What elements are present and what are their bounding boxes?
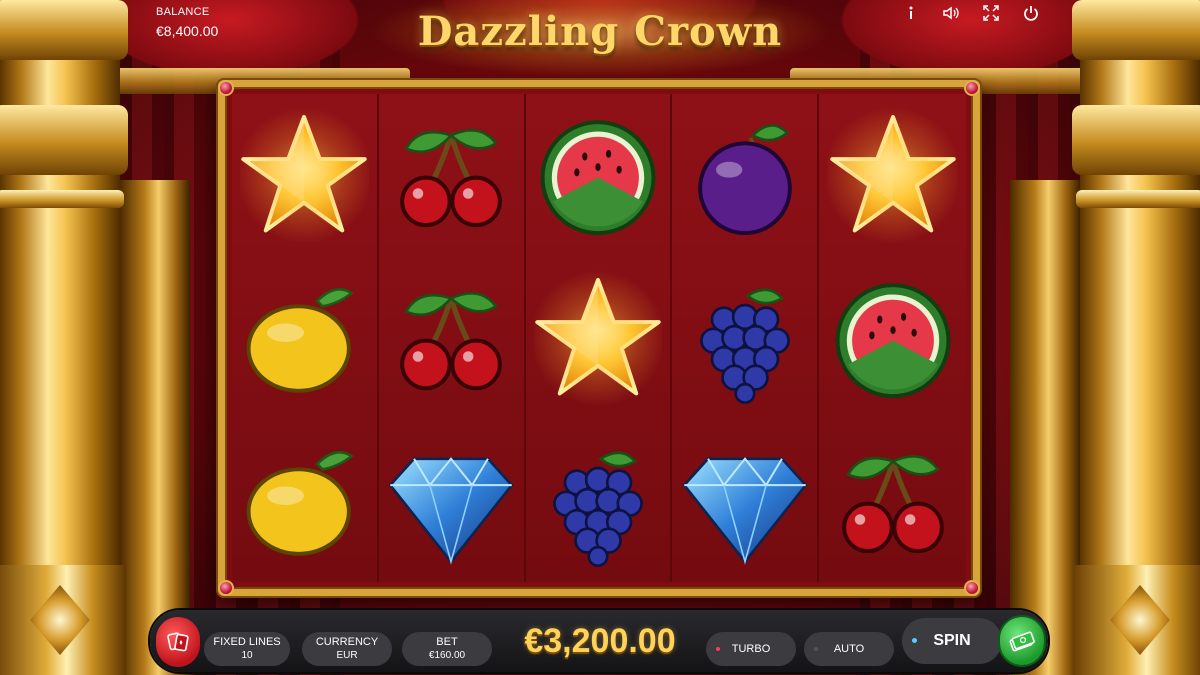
cherry-symbol	[379, 257, 524, 420]
star-symbol	[232, 94, 377, 257]
left-column-ring	[0, 190, 124, 208]
reel-5	[819, 94, 966, 582]
reel-2	[378, 94, 526, 582]
turbo-indicator	[716, 647, 720, 651]
cashier-button[interactable]	[1000, 617, 1044, 665]
reel-1	[232, 94, 379, 582]
right-column-capital-lower	[1072, 105, 1200, 175]
right-column	[1072, 0, 1200, 675]
currency-selector[interactable]: CURRENCY EUR	[302, 632, 392, 666]
reel-4	[672, 94, 820, 582]
game-logo: Dazzling Crown	[368, 0, 832, 78]
diamond-symbol	[672, 419, 817, 582]
diamond-symbol	[379, 419, 524, 582]
turbo-toggle[interactable]: TURBO	[706, 632, 796, 666]
game-stage: Dazzling Crown BALANCE €8,400.00 FIXED L…	[0, 0, 1200, 675]
paytable-button[interactable]	[156, 617, 200, 667]
cherry-symbol	[819, 419, 966, 582]
bet-selector[interactable]: BET €160.00	[402, 632, 492, 666]
spin-label: SPIN	[933, 632, 971, 649]
fixed-lines-value: 10	[241, 650, 253, 661]
sound-icon[interactable]	[942, 4, 960, 22]
cherry-symbol	[379, 94, 524, 257]
cash-icon	[1009, 631, 1035, 652]
lemon-symbol	[232, 257, 377, 420]
star-symbol	[526, 257, 671, 420]
currency-label: CURRENCY	[315, 636, 379, 648]
left-column	[0, 0, 128, 675]
left-column-capital-lower	[0, 105, 128, 175]
watermelon-symbol	[819, 257, 966, 420]
grapes-symbol	[526, 419, 671, 582]
plum-symbol	[672, 94, 817, 257]
balance-display: BALANCE €8,400.00	[156, 6, 218, 39]
right-column-capital	[1072, 0, 1200, 60]
right-column-ring	[1076, 190, 1200, 208]
balance-value: €8,400.00	[156, 23, 219, 39]
bet-label: BET	[436, 636, 458, 648]
top-toolbar	[902, 4, 1040, 22]
auto-label: AUTO	[833, 643, 865, 655]
reel-frame	[218, 80, 980, 596]
win-amount: €3,200.00	[524, 622, 676, 660]
grapes-symbol	[672, 257, 817, 420]
frame-gem	[964, 580, 980, 596]
left-column-ornament	[30, 585, 90, 655]
right-inner-column	[1010, 180, 1080, 675]
right-column-ornament	[1110, 585, 1170, 655]
reels	[232, 94, 966, 582]
spin-button[interactable]: SPIN	[902, 618, 1002, 664]
left-column-capital	[0, 0, 128, 60]
left-column-base	[0, 565, 126, 675]
power-icon[interactable]	[1022, 4, 1040, 22]
spin-indicator	[912, 638, 917, 643]
lemon-symbol	[232, 419, 377, 582]
balance-label: BALANCE	[156, 6, 210, 18]
turbo-label: TURBO	[731, 643, 771, 655]
fullscreen-icon[interactable]	[982, 4, 1000, 22]
bet-value: €160.00	[428, 650, 466, 661]
fixed-lines-display: FIXED LINES 10	[204, 632, 290, 666]
reel-3	[525, 94, 673, 582]
info-icon[interactable]	[902, 4, 920, 22]
game-title: Dazzling Crown	[417, 8, 783, 55]
right-column-base	[1074, 565, 1200, 675]
frame-gem	[964, 80, 980, 96]
star-symbol	[819, 94, 966, 257]
fixed-lines-label: FIXED LINES	[213, 636, 281, 648]
watermelon-symbol	[526, 94, 671, 257]
left-inner-column	[120, 180, 190, 675]
currency-value: EUR	[336, 650, 358, 661]
frame-gem	[218, 580, 234, 596]
cards-icon	[167, 632, 189, 652]
auto-toggle[interactable]: AUTO	[804, 632, 894, 666]
auto-indicator	[814, 647, 818, 651]
